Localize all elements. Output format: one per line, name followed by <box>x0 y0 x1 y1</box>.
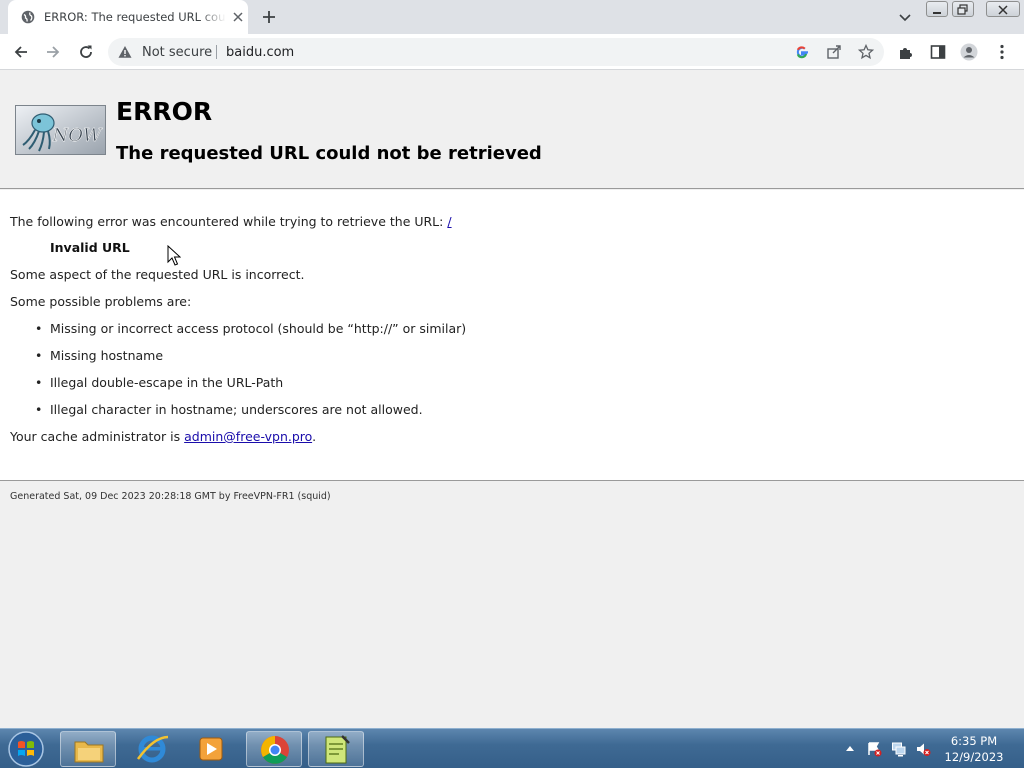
menu-icon[interactable] <box>993 43 1011 61</box>
error-title: ERROR <box>116 97 213 126</box>
system-clock[interactable]: 6:35 PM 12/9/2023 <box>940 733 1008 765</box>
internet-explorer-icon <box>136 735 169 763</box>
chrome-icon <box>261 736 289 764</box>
error-intro-text: The following error was encountered whil… <box>10 214 444 229</box>
start-button-icon[interactable] <box>6 730 46 768</box>
notepad-icon <box>325 735 350 764</box>
action-center-icon[interactable] <box>866 741 882 757</box>
chevron-down-icon[interactable] <box>897 9 913 25</box>
star-icon[interactable] <box>858 44 874 60</box>
forward-icon[interactable] <box>44 43 62 61</box>
reload-icon[interactable] <box>77 43 95 61</box>
extensions-icon[interactable] <box>897 43 915 61</box>
side-panel-icon[interactable] <box>929 43 947 61</box>
list-item: Illegal character in hostname; underscor… <box>35 402 423 417</box>
url-text[interactable]: baidu.com <box>226 45 294 60</box>
list-item: Missing hostname <box>35 348 163 363</box>
squid-logo-icon: NOW <box>15 105 106 155</box>
profile-icon[interactable] <box>960 43 978 61</box>
new-tab-icon[interactable] <box>259 7 279 27</box>
taskbar-explorer[interactable] <box>60 731 116 767</box>
close-window-button[interactable] <box>986 1 1020 17</box>
security-label[interactable]: Not secure <box>142 45 212 60</box>
divider <box>216 45 217 59</box>
taskbar-ie[interactable] <box>124 731 180 767</box>
admin-suffix: . <box>312 429 317 444</box>
taskbar: 6:35 PM 12/9/2023 <box>0 728 1024 768</box>
restore-button[interactable] <box>952 1 974 17</box>
requested-url-link[interactable]: / <box>447 214 451 229</box>
network-icon[interactable] <box>891 741 907 757</box>
close-icon <box>998 5 1008 15</box>
volume-muted-icon[interactable] <box>915 741 931 757</box>
list-item: Illegal double-escape in the URL-Path <box>35 375 283 390</box>
show-hidden-icons-icon[interactable] <box>845 744 855 752</box>
tab-title: ERROR: The requested URL could not be re… <box>44 10 226 24</box>
taskbar-notepad[interactable] <box>308 731 364 767</box>
mouse-cursor-icon <box>167 245 181 266</box>
window-controls <box>926 1 1022 17</box>
error-header: NOW ERROR The requested URL could not be… <box>0 71 1024 189</box>
clock-time: 6:35 PM <box>950 734 998 748</box>
error-type: Invalid URL <box>50 240 130 255</box>
folder-icon <box>74 741 104 763</box>
taskbar-chrome[interactable] <box>246 731 302 767</box>
list-item: Missing or incorrect access protocol (sh… <box>35 321 466 336</box>
admin-prefix: Your cache administrator is <box>10 429 181 444</box>
error-body: The following error was encountered whil… <box>0 190 1024 481</box>
error-subtitle: The requested URL could not be retrieved <box>116 143 542 164</box>
browser-tab[interactable]: ERROR: The requested URL could not be re… <box>8 0 248 34</box>
problems-heading: Some possible problems are: <box>10 294 192 309</box>
google-icon[interactable] <box>794 44 810 60</box>
error-intro: The following error was encountered whil… <box>10 214 452 229</box>
browser-toolbar: Not secure baidu.com <box>0 34 1024 70</box>
share-icon[interactable] <box>826 44 842 60</box>
warning-icon[interactable] <box>118 45 132 59</box>
media-player-icon <box>199 737 223 761</box>
tab-strip: ERROR: The requested URL could not be re… <box>0 0 1024 34</box>
generated-footer: Generated Sat, 09 Dec 2023 20:28:18 GMT … <box>10 491 331 502</box>
minimize-button[interactable] <box>926 1 948 17</box>
back-icon[interactable] <box>12 43 30 61</box>
restore-icon <box>957 4 968 15</box>
clock-date: 12/9/2023 <box>944 750 1004 764</box>
page-content: NOW ERROR The requested URL could not be… <box>0 71 1024 728</box>
admin-line: Your cache administrator is admin@free-v… <box>10 429 316 444</box>
minimize-icon <box>933 12 941 14</box>
taskbar-media-player[interactable] <box>184 731 240 767</box>
address-bar[interactable]: Not secure baidu.com <box>108 38 884 66</box>
error-aspect: Some aspect of the requested URL is inco… <box>10 267 305 282</box>
logo-text: NOW <box>51 125 103 146</box>
close-tab-icon[interactable] <box>230 9 246 25</box>
globe-icon <box>21 10 35 24</box>
admin-email-link[interactable]: admin@free-vpn.pro <box>184 429 312 444</box>
